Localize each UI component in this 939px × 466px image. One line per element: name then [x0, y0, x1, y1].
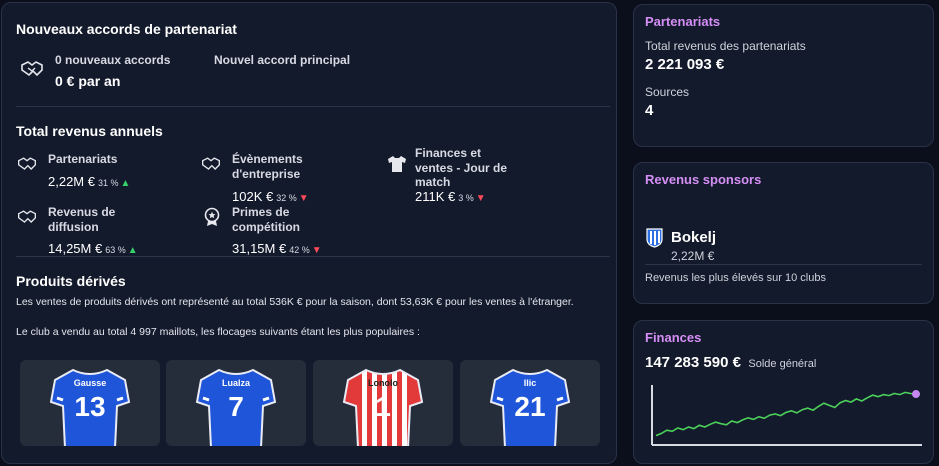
sponsors-panel: Revenus sponsors Bokelj 2,22M € Revenus …	[633, 162, 934, 304]
revenue-label-events: Évènements d'entreprise	[232, 152, 303, 181]
sponsor-club-value: 2,22M €	[671, 249, 715, 263]
jersey-image: Lonolo 1	[342, 368, 424, 446]
sources-value: 4	[645, 102, 654, 119]
jersey-number: 7	[228, 391, 244, 422]
shirt-icon	[388, 156, 406, 172]
revenue-value-prizes: 31,15M €42 % ▼	[232, 241, 322, 256]
jersey-name: Gausse	[74, 378, 107, 388]
jersey-number: 1	[375, 391, 391, 422]
revenue-value-broadcast: 14,25M €63 % ▲	[48, 241, 138, 256]
sources-label: Sources	[645, 85, 690, 99]
partnerships-title: Partenariats	[645, 14, 721, 29]
shirt-card[interactable]: Lonolo 1	[313, 360, 453, 446]
partnerships-panel: Partenariats Total revenus des partenari…	[633, 4, 934, 147]
balance-row: 147 283 590 € Solde général	[645, 354, 816, 372]
revenue-label-prizes: Primes de compétition	[232, 205, 300, 234]
revenue-value-matchday: 211K €3 % ▼	[415, 189, 486, 204]
trend-down-icon: ▼	[475, 193, 486, 204]
jersey-number: 21	[514, 391, 545, 422]
new-agreements-amount: 0 € par an	[55, 73, 121, 89]
revenue-label-broadcast: Revenus de diffusion	[48, 205, 116, 234]
merch-sales-text: Les ventes de produits dérivés ont repré…	[16, 296, 574, 308]
revenue-label-partnerships: Partenariats	[48, 152, 118, 166]
jersey-name: Lualza	[222, 378, 251, 388]
medal-icon	[204, 207, 220, 226]
shirt-card[interactable]: Ilic 21	[460, 360, 600, 446]
jersey-image: Gausse 13	[49, 368, 131, 446]
handshake-icon	[202, 157, 220, 170]
merch-title: Produits dérivés	[16, 273, 126, 289]
balance-end-marker	[912, 390, 920, 399]
handshake-icon	[18, 157, 36, 170]
divider	[16, 106, 610, 107]
club-crest-icon	[646, 228, 663, 248]
new-agreements-title: Nouveaux accords de partenariat	[16, 21, 237, 37]
revenue-value-partnerships: 2,22M €31 % ▲	[48, 174, 131, 189]
left-panel: Nouveaux accords de partenariat 0 nouvea…	[1, 2, 617, 464]
jersey-name: Ilic	[524, 378, 537, 388]
new-agreements-count: 0 nouveaux accords	[55, 53, 171, 67]
finances-panel: Finances 147 283 590 € Solde général	[633, 320, 934, 464]
jersey-image: Lualza 7	[195, 368, 277, 446]
jersey-name: Lonolo	[368, 378, 398, 388]
trend-up-icon: ▲	[127, 245, 138, 256]
jersey-number: 13	[74, 391, 105, 422]
handshake-icon	[21, 61, 43, 77]
handshake-icon	[18, 210, 36, 223]
merch-shirts-text: Le club a vendu au total 4 997 maillots,…	[16, 326, 420, 338]
balance-label: Solde général	[748, 358, 817, 370]
sponsors-title: Revenus sponsors	[645, 172, 762, 187]
balance-chart	[651, 385, 922, 446]
divider	[16, 256, 610, 257]
trend-down-icon: ▼	[311, 245, 322, 256]
trend-down-icon: ▼	[298, 193, 309, 204]
partnerships-total-value: 2 221 093 €	[645, 56, 725, 73]
main-agreement-label: Nouvel accord principal	[214, 53, 351, 67]
sponsor-club-name[interactable]: Bokelj	[671, 229, 716, 246]
divider	[645, 264, 922, 265]
revenue-label-matchday: Finances et ventes - Jour de match	[415, 146, 508, 189]
finances-title: Finances	[645, 330, 702, 345]
balance-line	[655, 391, 917, 437]
shirt-card[interactable]: Lualza 7	[166, 360, 306, 446]
trend-up-icon: ▲	[120, 178, 131, 189]
sponsors-note: Revenus les plus élevés sur 10 clubs	[645, 272, 826, 284]
revenue-value-events: 102K €32 % ▼	[232, 189, 309, 204]
shirt-card[interactable]: Gausse 13	[20, 360, 160, 446]
partnerships-total-label: Total revenus des partenariats	[645, 39, 806, 53]
balance-value: 147 283 590 €	[645, 354, 741, 371]
annual-revenue-title: Total revenus annuels	[16, 123, 163, 139]
jersey-image: Ilic 21	[489, 368, 571, 446]
